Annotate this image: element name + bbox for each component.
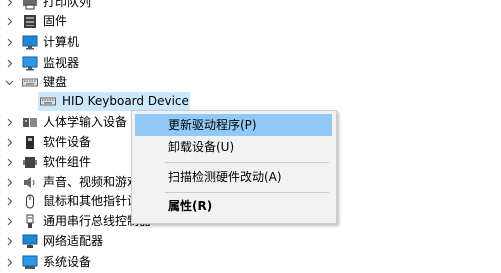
tree-item-label: 软件设备 — [43, 135, 92, 149]
printer-icon — [22, 0, 38, 10]
firmware-icon — [22, 14, 38, 29]
tree-item-label: 计算机 — [43, 35, 80, 49]
tree-item-label: 系统设备 — [43, 255, 92, 269]
tree-item-label: 网络适配器 — [43, 234, 104, 248]
tree-item-computer[interactable]: 计算机 — [0, 32, 501, 53]
menu-item-label: 卸载设备(U) — [168, 140, 235, 154]
hid-icon — [22, 115, 38, 130]
chevron-right-icon[interactable] — [5, 59, 14, 68]
menu-item-properties[interactable]: 属性(R) — [135, 195, 332, 217]
chevron-right-icon[interactable] — [5, 258, 14, 267]
tree-item-firmware[interactable]: 固件 — [0, 11, 501, 32]
tree-item-keyboards[interactable]: 键盘 — [0, 72, 501, 93]
mouse-icon — [22, 194, 38, 209]
computer-icon — [22, 35, 38, 50]
chevron-right-icon[interactable] — [5, 178, 14, 187]
monitor-icon — [22, 56, 38, 71]
network-adapter-icon — [22, 234, 38, 249]
software-device-icon — [22, 135, 38, 150]
chevron-right-icon[interactable] — [5, 118, 14, 127]
tree-item-label: 打印队列 — [43, 0, 92, 9]
chevron-right-icon[interactable] — [5, 197, 14, 206]
menu-item-update-driver[interactable]: 更新驱动程序(P) — [135, 114, 332, 136]
tree-item-label: HID Keyboard Device — [62, 94, 189, 108]
chevron-right-icon[interactable] — [5, 237, 14, 246]
menu-item-label: 更新驱动程序(P) — [168, 118, 257, 132]
tree-item-label: 人体学输入设备 — [43, 115, 128, 129]
chevron-right-icon[interactable] — [5, 217, 14, 226]
chevron-right-icon[interactable] — [5, 158, 14, 167]
tree-item-label: 固件 — [43, 14, 68, 28]
menu-item-label: 扫描检测硬件改动(A) — [168, 170, 282, 184]
chevron-right-icon[interactable] — [5, 38, 14, 47]
tree-item-hid-keyboard-device[interactable]: HID Keyboard Device — [0, 91, 501, 112]
menu-item-label: 属性(R) — [168, 199, 213, 213]
chevron-down-icon[interactable] — [5, 78, 14, 87]
usb-icon — [22, 214, 38, 229]
menu-separator — [165, 192, 329, 193]
menu-separator — [165, 162, 329, 163]
tree-item-label: 键盘 — [43, 75, 68, 89]
audio-icon — [22, 175, 38, 190]
chevron-right-icon[interactable] — [5, 138, 14, 147]
tree-item-label: 监视器 — [43, 56, 80, 70]
tree-item-monitor[interactable]: 监视器 — [0, 53, 501, 74]
system-device-icon — [22, 255, 38, 270]
chevron-right-icon[interactable] — [5, 17, 14, 26]
tree-item-label: 软件组件 — [43, 155, 92, 169]
menu-item-scan-hardware-changes[interactable]: 扫描检测硬件改动(A) — [135, 166, 332, 188]
keyboard-icon — [40, 94, 56, 109]
software-component-icon — [22, 155, 38, 170]
menu-item-uninstall-device[interactable]: 卸载设备(U) — [135, 136, 332, 158]
keyboard-icon — [22, 75, 38, 90]
context-menu: 更新驱动程序(P) 卸载设备(U) 扫描检测硬件改动(A) 属性(R) — [131, 110, 337, 224]
tree-item-network-adapters[interactable]: 网络适配器 — [0, 231, 501, 252]
tree-item-system-devices[interactable]: 系统设备 — [0, 252, 501, 273]
chevron-right-icon[interactable] — [5, 0, 14, 7]
